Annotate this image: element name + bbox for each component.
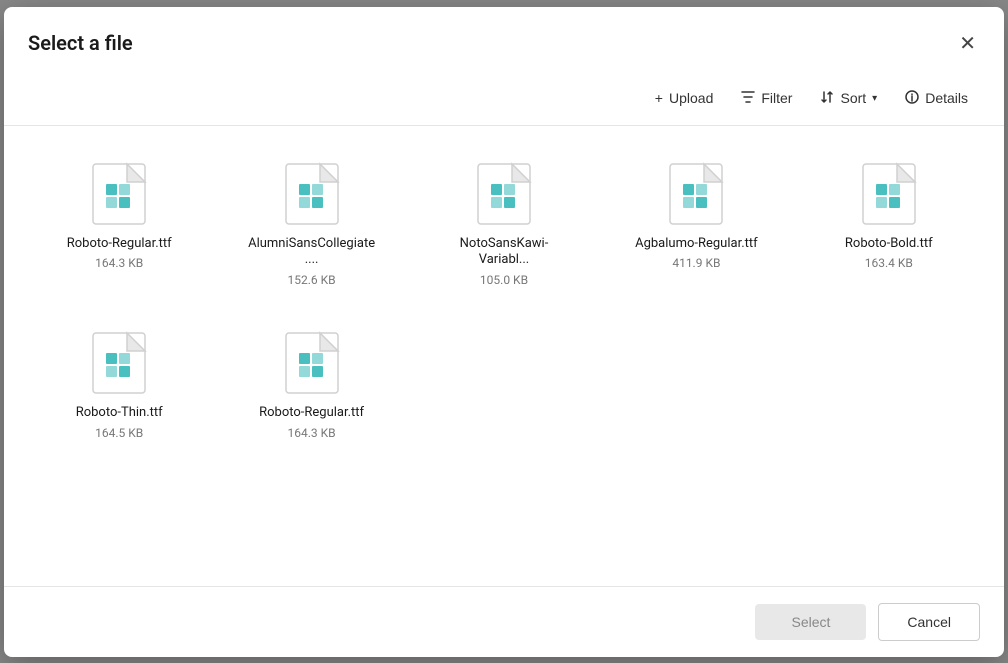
cancel-button[interactable]: Cancel — [878, 603, 980, 641]
filter-label: Filter — [761, 90, 792, 106]
file-item[interactable]: Roboto-Regular.ttf 164.3 KB — [28, 150, 210, 300]
sort-button[interactable]: Sort ▾ — [808, 84, 889, 113]
details-button[interactable]: Details — [893, 84, 980, 113]
dialog-header: Select a file ✕ — [4, 7, 1004, 76]
sort-chevron-icon: ▾ — [872, 93, 877, 104]
file-size: 164.3 KB — [95, 256, 143, 270]
file-item[interactable]: Roboto-Regular.ttf 164.3 KB — [220, 319, 402, 452]
file-item[interactable]: Agbalumo-Regular.ttf 411.9 KB — [605, 150, 787, 300]
file-grid: Roboto-Regular.ttf 164.3 KB AlumniSansCo… — [4, 126, 1004, 586]
file-name: NotoSansKawi-Variabl... — [439, 236, 569, 270]
file-item[interactable]: NotoSansKawi-Variabl... 105.0 KB — [413, 150, 595, 300]
file-item[interactable]: Roboto-Thin.ttf 164.5 KB — [28, 319, 210, 452]
file-name: Roboto-Regular.ttf — [259, 405, 364, 422]
file-item[interactable]: Roboto-Bold.ttf 163.4 KB — [798, 150, 980, 300]
filter-button[interactable]: Filter — [729, 84, 804, 113]
upload-button[interactable]: + Upload — [643, 84, 726, 112]
dialog-title: Select a file — [28, 31, 133, 55]
file-size: 164.3 KB — [288, 426, 336, 440]
sort-label: Sort — [840, 90, 866, 106]
file-name: Roboto-Regular.ttf — [67, 236, 172, 253]
file-name: AlumniSansCollegiate.... — [247, 236, 377, 270]
file-picker-dialog: Select a file ✕ + Upload Filter — [4, 7, 1004, 657]
file-icon — [284, 162, 340, 226]
file-name: Agbalumo-Regular.ttf — [635, 236, 758, 253]
dialog-footer: Select Cancel — [4, 586, 1004, 657]
upload-label: Upload — [669, 90, 713, 106]
select-button[interactable]: Select — [755, 604, 866, 640]
sort-icon — [820, 90, 834, 107]
file-size: 163.4 KB — [865, 256, 913, 270]
close-icon: ✕ — [959, 31, 976, 56]
file-icon — [91, 162, 147, 226]
file-icon — [861, 162, 917, 226]
details-label: Details — [925, 90, 968, 106]
file-item[interactable]: AlumniSansCollegiate.... 152.6 KB — [220, 150, 402, 300]
details-icon — [905, 90, 919, 107]
file-size: 152.6 KB — [288, 273, 336, 287]
upload-icon: + — [655, 90, 663, 106]
file-name: Roboto-Bold.ttf — [845, 236, 933, 253]
file-icon — [91, 331, 147, 395]
dialog-overlay: Select a file ✕ + Upload Filter — [0, 0, 1008, 663]
close-button[interactable]: ✕ — [955, 27, 980, 60]
file-icon — [476, 162, 532, 226]
filter-icon — [741, 90, 755, 107]
file-name: Roboto-Thin.ttf — [76, 405, 163, 422]
file-size: 411.9 KB — [672, 256, 720, 270]
file-size: 105.0 KB — [480, 273, 528, 287]
file-size: 164.5 KB — [95, 426, 143, 440]
file-icon — [284, 331, 340, 395]
file-icon — [668, 162, 724, 226]
toolbar: + Upload Filter Sort ▾ — [4, 76, 1004, 126]
